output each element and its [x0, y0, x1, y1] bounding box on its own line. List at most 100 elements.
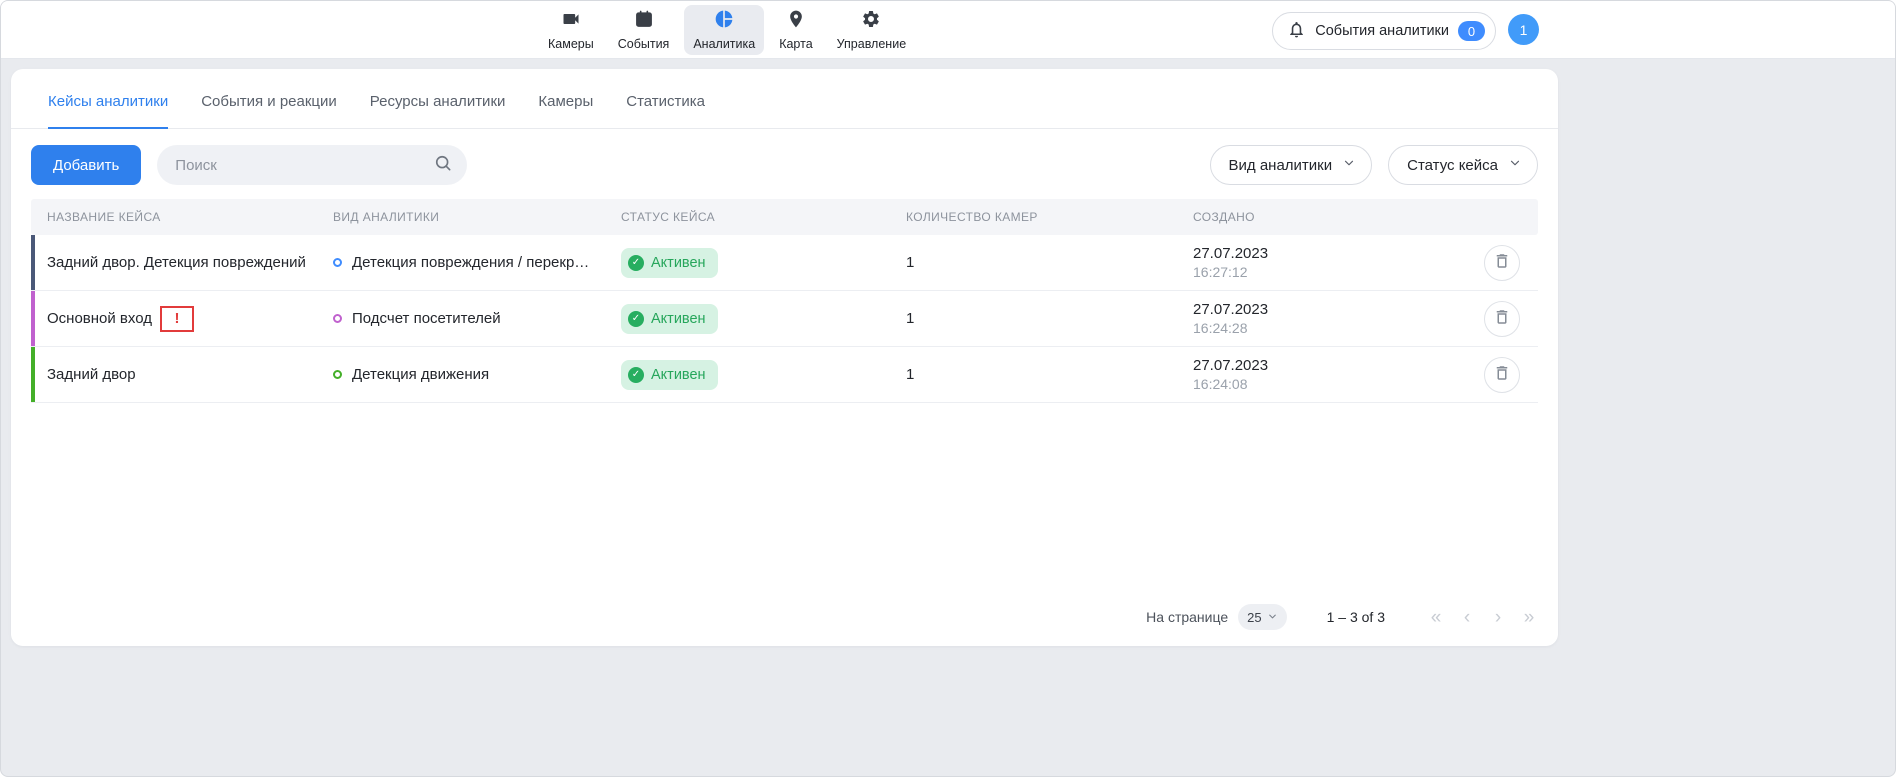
created-cell: 27.07.2023 16:27:12: [1177, 245, 1478, 280]
case-name-cell: Задний двор: [31, 366, 317, 383]
cameras-count: 1: [906, 366, 914, 383]
status-label: Активен: [651, 311, 706, 327]
warning-icon: !: [175, 310, 180, 327]
case-name: Основной вход: [47, 310, 152, 327]
row-color-stripe: [31, 235, 35, 290]
created-cell: 27.07.2023 16:24:28: [1177, 301, 1478, 336]
actions-cell: [1478, 245, 1538, 281]
check-icon: ✓: [628, 367, 644, 383]
nav-item-events[interactable]: События: [609, 5, 679, 55]
analytics-type-icon: [333, 258, 342, 267]
nav-item-map[interactable]: Карта: [770, 5, 821, 55]
status-cell: ✓ Активен: [605, 248, 890, 278]
tab-analytics-resources[interactable]: Ресурсы аналитики: [370, 93, 506, 128]
cases-table: НАЗВАНИЕ КЕЙСА ВИД АНАЛИТИКИ СТАТУС КЕЙС…: [31, 199, 1538, 403]
last-page-icon[interactable]: »: [1520, 608, 1538, 627]
events-count-badge: 0: [1458, 21, 1485, 41]
created-time: 16:27:12: [1193, 264, 1248, 280]
case-status-filter[interactable]: Статус кейса: [1388, 145, 1538, 185]
status-badge: ✓ Активен: [621, 360, 718, 390]
pagination-arrows: « ‹ › »: [1427, 608, 1538, 627]
tab-statistics[interactable]: Статистика: [626, 93, 705, 128]
check-icon: ✓: [628, 255, 644, 271]
nav-label: События: [618, 37, 670, 51]
tab-bar: Кейсы аналитики События и реакции Ресурс…: [11, 69, 1558, 129]
tab-cameras[interactable]: Камеры: [538, 93, 593, 128]
status-label: Активен: [651, 367, 706, 383]
cameras-count: 1: [906, 254, 914, 271]
per-page-select[interactable]: 25: [1238, 604, 1286, 630]
previous-page-icon[interactable]: ‹: [1458, 608, 1476, 627]
status-cell: ✓ Активен: [605, 304, 890, 334]
avatar[interactable]: 1: [1508, 14, 1539, 45]
pie-chart-icon: [714, 9, 734, 34]
nav-item-cameras[interactable]: Камеры: [539, 5, 603, 55]
case-name: Задний двор: [47, 366, 136, 383]
delete-button[interactable]: [1484, 301, 1520, 337]
next-page-icon[interactable]: ›: [1489, 608, 1507, 627]
analytics-type-filter[interactable]: Вид аналитики: [1210, 145, 1373, 185]
analytics-type-cell: Детекция движения: [317, 366, 605, 383]
chevron-down-icon: [1508, 156, 1522, 174]
row-color-stripe: [31, 347, 35, 402]
column-header-status: СТАТУС КЕЙСА: [605, 210, 890, 224]
nav-item-management[interactable]: Управление: [828, 5, 916, 55]
delete-button[interactable]: [1484, 245, 1520, 281]
created-date: 27.07.2023: [1193, 357, 1268, 374]
delete-button[interactable]: [1484, 357, 1520, 393]
add-button[interactable]: Добавить: [31, 145, 141, 185]
analytics-type-icon: [333, 314, 342, 323]
case-name-cell: Основной вход !: [31, 306, 317, 332]
table-row[interactable]: Задний двор Детекция движения ✓ Активен …: [31, 347, 1538, 403]
row-color-stripe: [31, 291, 35, 346]
created-date: 27.07.2023: [1193, 301, 1268, 318]
created-date: 27.07.2023: [1193, 245, 1268, 262]
tab-analytics-cases[interactable]: Кейсы аналитики: [48, 93, 168, 129]
pagination: На странице 25 1 – 3 of 3 « ‹ › »: [1146, 604, 1538, 630]
nav-label: Аналитика: [693, 37, 755, 51]
trash-icon: [1493, 252, 1511, 273]
per-page-value: 25: [1247, 610, 1261, 625]
created-time: 16:24:08: [1193, 376, 1248, 392]
analytics-type-icon: [333, 370, 342, 379]
chevron-down-icon: [1342, 156, 1356, 174]
column-header-created: СОЗДАНО: [1177, 210, 1478, 224]
chevron-down-icon: [1267, 610, 1278, 625]
analytics-type: Подсчет посетителей: [352, 310, 501, 327]
first-page-icon[interactable]: «: [1427, 608, 1445, 627]
nav-label: Камеры: [548, 37, 594, 51]
table-row[interactable]: Основной вход ! Подсчет посетителей ✓ Ак…: [31, 291, 1538, 347]
per-page-label: На странице: [1146, 609, 1228, 625]
status-label: Активен: [651, 255, 706, 271]
camera-icon: [561, 9, 581, 34]
warning-annotation: !: [160, 306, 194, 332]
top-bar: Камеры События Аналитика Карта: [1, 1, 1895, 59]
analytics-type-cell: Детекция повреждения / перекр…: [317, 254, 605, 271]
trash-icon: [1493, 364, 1511, 385]
cameras-count-cell: 1: [890, 310, 1177, 327]
column-header-name: НАЗВАНИЕ КЕЙСА: [31, 210, 317, 224]
nav-label: Карта: [779, 37, 812, 51]
search-box: [157, 145, 467, 185]
actions-cell: [1478, 301, 1538, 337]
case-name: Задний двор. Детекция повреждений: [47, 254, 306, 271]
status-badge: ✓ Активен: [621, 248, 718, 278]
main-nav: Камеры События Аналитика Карта: [539, 5, 915, 55]
search-input[interactable]: [175, 157, 433, 174]
analytics-type: Детекция повреждения / перекр…: [352, 254, 589, 271]
gear-icon: [861, 9, 881, 34]
bell-icon: [1287, 20, 1306, 43]
nav-label: Управление: [837, 37, 907, 51]
case-name-cell: Задний двор. Детекция повреждений: [31, 254, 317, 271]
created-cell: 27.07.2023 16:24:08: [1177, 357, 1478, 392]
analytics-type-filter-label: Вид аналитики: [1229, 157, 1333, 174]
actions-cell: [1478, 357, 1538, 393]
tab-events-reactions[interactable]: События и реакции: [201, 93, 337, 128]
analytics-events-label: События аналитики: [1315, 23, 1449, 39]
nav-item-analytics[interactable]: Аналитика: [684, 5, 764, 55]
table-row[interactable]: Задний двор. Детекция повреждений Детекц…: [31, 235, 1538, 291]
map-pin-icon: [786, 9, 806, 34]
search-icon: [433, 153, 453, 178]
screen: Камеры События Аналитика Карта: [0, 0, 1896, 777]
analytics-events-button[interactable]: События аналитики 0: [1272, 12, 1496, 50]
